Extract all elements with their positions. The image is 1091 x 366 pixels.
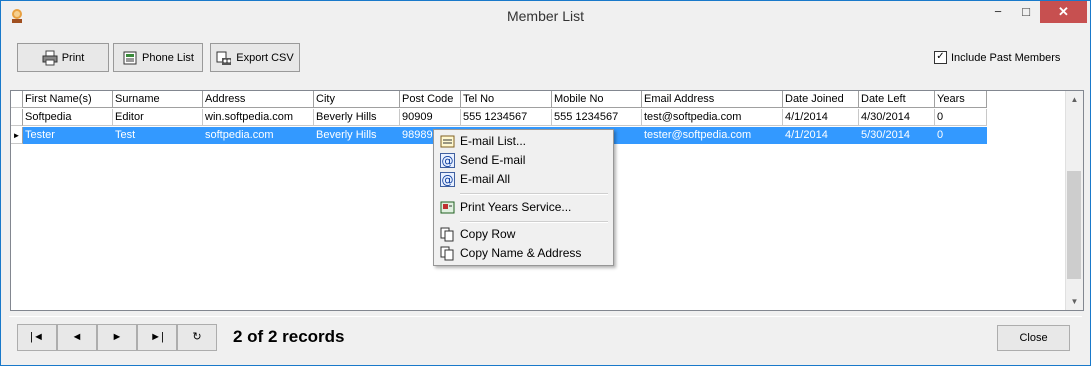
phone-list-label: Phone List [142,51,194,64]
print-button[interactable]: Print [17,43,109,72]
next-record-button[interactable]: ► [97,324,137,351]
member-list-window: Member List − □ ✕ Print Phone List Expor… [0,0,1091,366]
menu-label: Copy Row [460,227,516,241]
menu-label: Send E-mail [460,153,526,167]
table-cell[interactable]: 90909 [400,109,461,126]
menu-item-copy-name-address[interactable]: Copy Name & Address [436,244,611,263]
menu-label: Print Years Service... [460,200,572,214]
print-certificate-icon [440,201,455,214]
table-cell[interactable]: Softpedia [23,109,113,126]
table-cell[interactable]: 4/30/2014 [859,109,935,126]
scroll-up-icon[interactable]: ▲ [1066,91,1083,108]
table-cell[interactable]: 555 1234567 [461,109,552,126]
printer-icon [42,50,58,65]
copy-icon [440,246,454,261]
menu-separator [460,193,608,195]
record-count: 2 of 2 records [233,327,345,346]
table-cell[interactable]: Tester [23,127,113,144]
column-header[interactable]: Surname [113,91,203,108]
table-cell[interactable]: 4/1/2014 [783,109,859,126]
column-header[interactable]: Tel No [461,91,552,108]
include-past-members-checkbox[interactable]: ✓ Include Past Members [934,51,1060,64]
menu-item-send-email[interactable]: @ Send E-mail [436,151,611,170]
scrollbar-thumb[interactable] [1067,171,1081,279]
column-header[interactable]: Post Code [400,91,461,108]
refresh-button[interactable]: ↻ [177,324,217,351]
menu-label: Copy Name & Address [460,246,582,260]
prev-record-button[interactable]: ◄ [57,324,97,351]
svg-text:@: @ [442,173,454,187]
column-header[interactable]: Date Joined [783,91,859,108]
table-cell[interactable]: softpedia.com [203,127,314,144]
svg-text:@: @ [442,154,454,168]
table-cell[interactable]: Beverly Hills [314,109,400,126]
row-indicator[interactable]: ► [11,127,23,144]
export-icon [216,51,232,65]
first-record-button[interactable]: |◄ [17,324,57,351]
table-cell[interactable]: tester@softpedia.com [642,127,783,144]
header-corner[interactable] [11,91,23,108]
title-bar: Member List − □ ✕ [1,1,1090,32]
table-cell[interactable]: 555 1234567 [552,109,642,126]
column-header[interactable]: Mobile No [552,91,642,108]
table-cell[interactable]: Beverly Hills [314,127,400,144]
scroll-down-icon[interactable]: ▼ [1066,293,1083,310]
status-bar: |◄ ◄ ► ►| ↻ 2 of 2 records Close [9,316,1082,357]
table-cell[interactable]: Editor [113,109,203,126]
column-header[interactable]: First Name(s) [23,91,113,108]
toolbar: Print Phone List Export CSV ✓ Include Pa… [9,32,1082,82]
export-csv-button[interactable]: Export CSV [210,43,300,72]
menu-label: E-mail List... [460,134,527,148]
checkbox-box[interactable]: ✓ [934,51,947,64]
maximize-button[interactable]: □ [1012,1,1040,23]
table-cell[interactable]: 5/30/2014 [859,127,935,144]
row-indicator[interactable] [11,109,23,126]
close-button[interactable]: Close [997,325,1070,351]
copy-icon [440,227,454,242]
menu-item-print-years-service[interactable]: Print Years Service... [436,198,611,217]
table-cell[interactable]: test@softpedia.com [642,109,783,126]
table-cell[interactable]: 0 [935,127,987,144]
context-menu: E-mail List... @ Send E-mail @ E-mail Al… [433,129,614,266]
column-header[interactable]: Date Left [859,91,935,108]
close-window-button[interactable]: ✕ [1040,1,1087,23]
table-cell[interactable]: 0 [935,109,987,126]
menu-separator [460,221,608,223]
phone-list-icon [123,51,137,64]
column-header[interactable]: Email Address [642,91,783,108]
table-cell[interactable]: Test [113,127,203,144]
phone-list-button[interactable]: Phone List [113,43,203,72]
print-label: Print [61,51,85,64]
export-csv-label: Export CSV [236,51,294,64]
menu-item-email-all[interactable]: @ E-mail All [436,170,611,189]
email-list-icon [440,135,455,148]
last-record-button[interactable]: ►| [137,324,177,351]
menu-item-copy-row[interactable]: Copy Row [436,225,611,244]
column-header[interactable]: City [314,91,400,108]
vertical-scrollbar[interactable]: ▲ ▼ [1065,91,1083,310]
table-cell[interactable]: win.softpedia.com [203,109,314,126]
column-header[interactable]: Years [935,91,987,108]
menu-label: E-mail All [460,172,511,186]
window-title: Member List [506,8,585,24]
at-sign-icon: @ [440,172,455,187]
include-past-members-label: Include Past Members [951,51,1061,64]
menu-item-email-list[interactable]: E-mail List... [436,132,611,151]
table-cell[interactable]: 4/1/2014 [783,127,859,144]
minimize-button[interactable]: − [984,1,1012,23]
column-header[interactable]: Address [203,91,314,108]
at-sign-icon: @ [440,153,455,168]
